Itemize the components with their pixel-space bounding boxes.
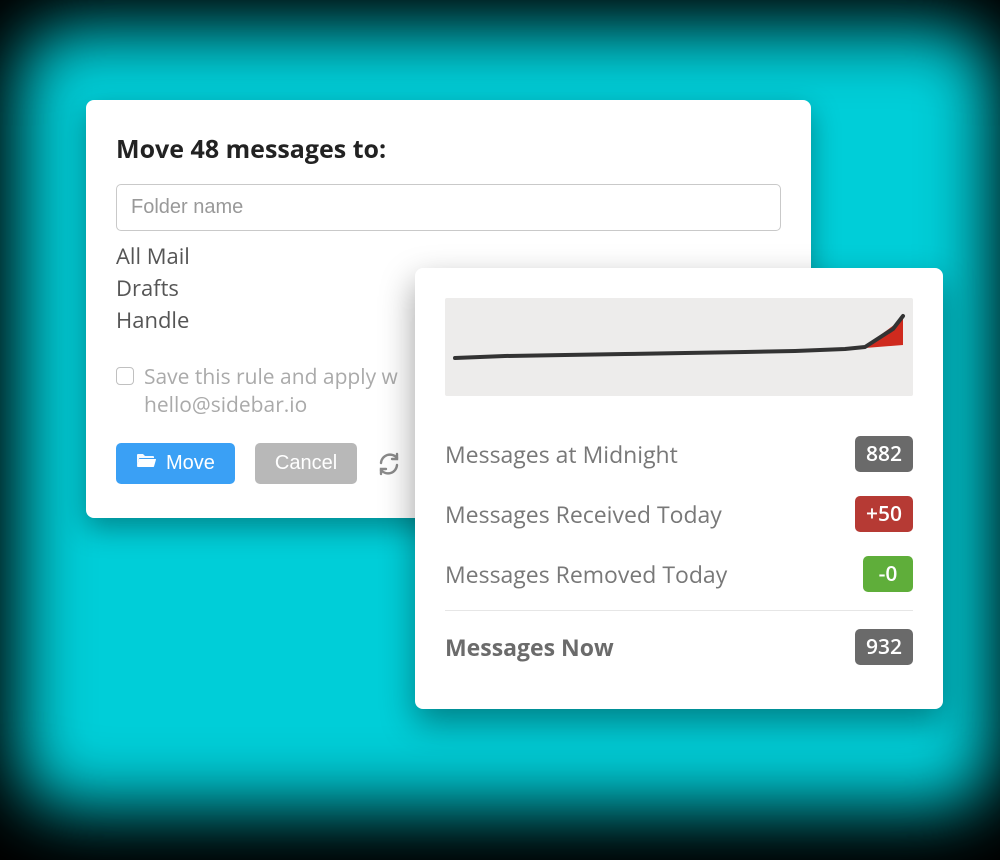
cancel-button[interactable]: Cancel bbox=[255, 443, 357, 484]
cancel-button-label: Cancel bbox=[275, 452, 337, 475]
save-rule-label: Save this rule and apply w bbox=[144, 363, 398, 391]
stat-label: Messages at Midnight bbox=[445, 438, 678, 470]
stat-row-now: Messages Now 932 bbox=[445, 610, 913, 677]
message-trend-chart bbox=[445, 298, 913, 396]
stat-label: Messages Now bbox=[445, 631, 614, 663]
stat-value-badge: 882 bbox=[855, 436, 913, 472]
refresh-icon[interactable] bbox=[377, 452, 401, 476]
stat-value-badge: -0 bbox=[863, 556, 913, 592]
move-button[interactable]: Move bbox=[116, 443, 235, 484]
stat-label: Messages Received Today bbox=[445, 498, 722, 530]
stat-label: Messages Removed Today bbox=[445, 558, 727, 590]
folder-open-icon bbox=[136, 452, 156, 475]
save-rule-checkbox[interactable] bbox=[116, 367, 134, 385]
folder-name-input[interactable] bbox=[116, 184, 781, 231]
stat-row-received: Messages Received Today +50 bbox=[445, 484, 913, 544]
move-button-label: Move bbox=[166, 452, 215, 475]
stat-row-midnight: Messages at Midnight 882 bbox=[445, 424, 913, 484]
stat-row-removed: Messages Removed Today -0 bbox=[445, 544, 913, 604]
save-rule-email: hello@sidebar.io bbox=[144, 391, 307, 419]
move-title: Move 48 messages to: bbox=[116, 132, 781, 166]
stat-value-badge: +50 bbox=[855, 496, 913, 532]
messages-stats-card: Messages at Midnight 882 Messages Receiv… bbox=[415, 268, 943, 709]
stat-value-badge: 932 bbox=[855, 629, 913, 665]
